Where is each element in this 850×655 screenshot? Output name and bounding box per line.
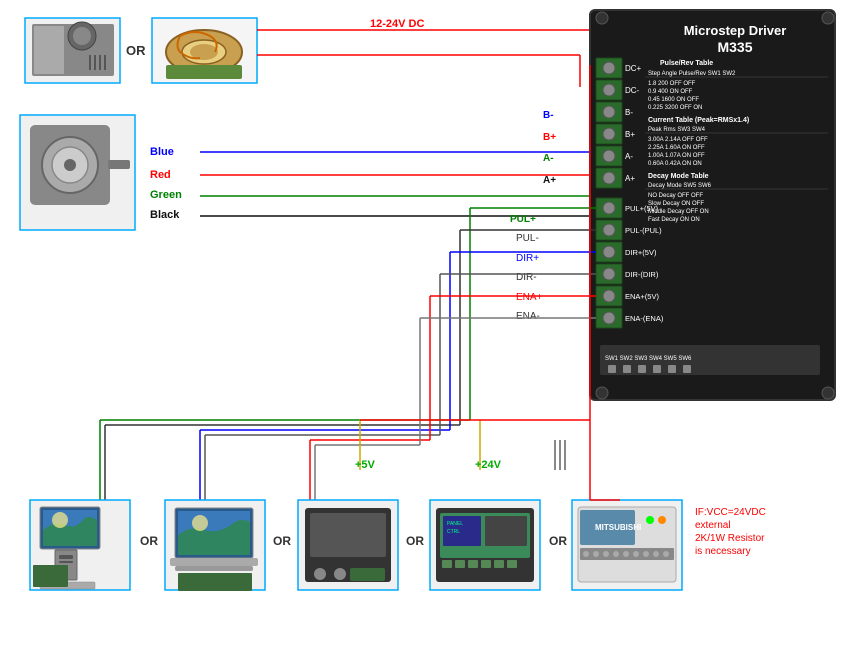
pul-plus-label: PUL+	[510, 214, 536, 225]
dir-minus-label: DIR-	[516, 272, 537, 283]
driver-title-text: Microstep Driver	[684, 23, 787, 38]
note-line2: external	[695, 520, 731, 531]
svg-text:0.60A 0.42A ON ON: 0.60A 0.42A ON ON	[648, 161, 702, 167]
svg-text:CTRL: CTRL	[447, 529, 460, 535]
dir-plus-terminal: DIR+(5V)	[625, 248, 657, 257]
or-label-bottom-3: OR	[406, 534, 424, 548]
dir-plus-label: DIR+	[516, 253, 539, 264]
a-minus-terminal: A-	[625, 152, 633, 161]
svg-text:0.9 400 ON OFF: 0.9 400 ON OFF	[648, 89, 693, 95]
or-label-1: OR	[126, 43, 146, 58]
dir-minus-terminal: DIR-(DIR)	[625, 270, 659, 279]
driver-model-text: M335	[717, 39, 752, 55]
5v-label: +5V	[355, 459, 376, 471]
note-line4: is necessary	[695, 546, 751, 557]
main-diagram: OR 12-24V DC DC+ DC- 12~24VDC Blue	[0, 0, 850, 655]
wire-label-blue: Blue	[150, 146, 174, 158]
terminal-label-ap: A+	[543, 175, 556, 186]
or-label-bottom-1: OR	[140, 534, 158, 548]
ena-plus-label: ENA+	[516, 292, 543, 303]
svg-text:Step Angle Pulse/Rev SW1 SW: Step Angle Pulse/Rev SW1 SW2	[648, 71, 736, 77]
svg-text:0.45 1600 ON OFF: 0.45 1600 ON OFF	[648, 97, 699, 103]
dc-minus-terminal: DC-	[625, 86, 640, 95]
pul-minus-label: PUL-	[516, 233, 539, 244]
a-plus-terminal: A+	[625, 174, 635, 183]
svg-text:MITSUBISHI: MITSUBISHI	[595, 523, 641, 532]
svg-text:2.25A 1.60A ON OFF: 2.25A 1.60A ON OFF	[648, 145, 705, 151]
svg-text:Decay Mode Table: Decay Mode Table	[648, 173, 709, 180]
svg-text:PANEL: PANEL	[447, 521, 463, 527]
terminal-label-am: A-	[543, 153, 554, 164]
ena-minus-label: ENA-	[516, 311, 540, 322]
svg-text:Slow Decay ON OFF: Slow Decay ON OFF	[648, 201, 704, 207]
pul-minus-terminal: PUL-(PUL)	[625, 226, 662, 235]
wire-label-black: Black	[150, 209, 180, 221]
svg-text:SW1 SW2 SW3 SW4 SW5 SW6: SW1 SW2 SW3 SW4 SW5 SW6	[605, 356, 692, 362]
svg-text:Middle Decay OFF ON: Middle Decay OFF ON	[648, 209, 709, 215]
svg-text:Pulse/Rev Table: Pulse/Rev Table	[660, 60, 713, 67]
dc-voltage-text: DC+ DC- 12~24VDC	[610, 0, 620, 80]
svg-text:3.00A 2.14A OFF OFF: 3.00A 2.14A OFF OFF	[648, 137, 708, 143]
svg-text:1.00A 1.07A ON OFF: 1.00A 1.07A ON OFF	[648, 153, 705, 159]
wire-label-green: Green	[150, 189, 182, 201]
pul-plus-terminal: PUL+(5V)	[625, 204, 659, 213]
dc-plus-terminal: DC+	[625, 64, 642, 73]
note-line1: IF:VCC=24VDC	[695, 507, 766, 518]
svg-text:Peak Rms SW3 SW4: Peak Rms SW3 SW4	[648, 127, 706, 133]
svg-text:Fast Decay ON ON: Fast Decay ON ON	[648, 217, 700, 223]
24v-label: +24V	[475, 459, 502, 471]
ena-minus-terminal: ENA-(ENA)	[625, 314, 664, 323]
terminal-label-bm: B-	[543, 110, 554, 121]
note-line3: 2K/1W Resistor	[695, 533, 765, 544]
terminal-label-bp: B+	[543, 132, 556, 143]
voltage-label: 12-24V DC	[370, 18, 424, 30]
svg-text:1.8 200 OFF OFF: 1.8 200 OFF OFF	[648, 81, 696, 87]
or-label-bottom-4: OR	[549, 534, 567, 548]
svg-text:NO Decay OFF OFF: NO Decay OFF OFF	[648, 193, 703, 199]
or-label-bottom-2: OR	[273, 534, 291, 548]
ena-plus-terminal: ENA+(5V)	[625, 292, 659, 301]
b-minus-terminal: B-	[625, 108, 633, 117]
svg-text:Decay Mode SW5 SW6: Decay Mode SW5 SW6	[648, 183, 712, 189]
svg-text:Current Table (Peak=RMSx1.4): Current Table (Peak=RMSx1.4)	[648, 117, 749, 124]
svg-text:0.225 3200 OFF ON: 0.225 3200 OFF ON	[648, 105, 702, 111]
b-plus-terminal: B+	[625, 130, 635, 139]
wire-label-red: Red	[150, 169, 171, 181]
